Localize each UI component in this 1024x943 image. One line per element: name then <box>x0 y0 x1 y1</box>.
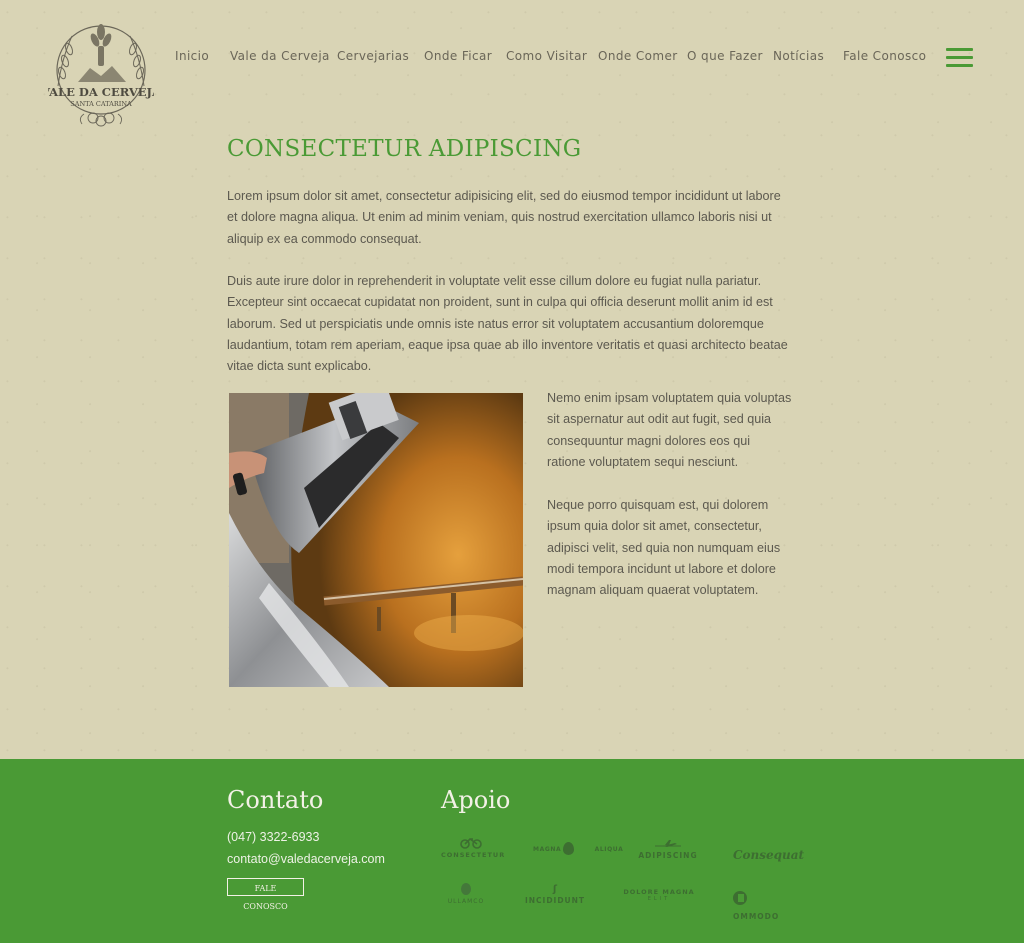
sponsor-label: INCIDIDUNT <box>524 896 586 905</box>
logo-subtitle-text: SANTA CATARINA <box>70 100 132 108</box>
sponsor-label: Consequat <box>733 848 805 862</box>
logo-title-text: VALE DA CERVEJA <box>48 85 154 99</box>
body-paragraph-2: Duis aute irure dolor in reprehenderit i… <box>227 274 788 374</box>
nav-link-onde-ficar[interactable]: Onde Ficar <box>424 49 492 63</box>
body-paragraph-1: Lorem ipsum dolor sit amet, consectetur … <box>227 189 781 246</box>
sponsor-label: DOLORE MAGNA <box>623 888 695 896</box>
side-paragraph-2: Neque porro quisquam est, qui dolorem ip… <box>547 498 781 598</box>
sponsor-label: CONSECTETUR <box>441 851 506 859</box>
link-icon: ʃ <box>552 884 558 895</box>
circle-c-icon <box>733 890 747 905</box>
nav-link-o-que-fazer[interactable]: O que Fazer <box>687 49 763 63</box>
support-heading: Apoio <box>441 786 511 814</box>
circle-icon <box>461 883 471 895</box>
sponsor-logo-dolore-magna[interactable]: DOLORE MAGNA ELIT <box>620 888 698 902</box>
sponsor-label: ADIPISCING <box>638 851 698 860</box>
bicycle-icon <box>441 837 501 851</box>
side-paragraph-1: Nemo enim ipsam voluptatem quia voluptas… <box>547 391 792 469</box>
nav-link-inicio[interactable]: Inicio <box>175 49 209 63</box>
sponsor-logo-adipiscing[interactable]: ADIPISCING <box>638 839 698 860</box>
page-title: CONSECTETUR ADIPISCING <box>227 136 582 162</box>
contact-heading: Contato <box>227 786 324 814</box>
brewing-kettle-photo <box>229 393 523 687</box>
plane-icon <box>638 839 698 851</box>
nav-link-vale-da-cerveja[interactable]: Vale da Cerveja <box>230 49 330 63</box>
sponsor-label: ULLAMCO <box>447 898 485 905</box>
hamburger-icon[interactable] <box>946 48 974 68</box>
contact-email[interactable]: contato@valedacerveja.com <box>227 852 385 866</box>
nav-link-cervejarias[interactable]: Cervejarias <box>337 49 409 63</box>
sponsor-logo-incididunt[interactable]: ʃ INCIDIDUNT <box>524 884 586 905</box>
sponsor-label: OMMODO <box>733 912 780 921</box>
vale-da-cerveja-logo[interactable]: VALE DA CERVEJA SANTA CATARINA <box>48 18 154 130</box>
drop-icon <box>563 842 574 855</box>
sponsor-sublabel: ELIT <box>647 896 671 902</box>
contact-phone[interactable]: (047) 3322-6933 <box>227 830 319 844</box>
sponsor-logo-magna-aliqua[interactable]: MAGNA ALIQUA <box>533 842 623 855</box>
nav-link-noticias[interactable]: Notícias <box>773 49 824 63</box>
sponsor-logo-consequat[interactable]: Consequat <box>733 844 804 863</box>
site-footer: Contato (047) 3322-6933 contato@valedace… <box>0 759 1024 943</box>
sponsor-logo-consectetur[interactable]: CONSECTETUR <box>441 837 506 859</box>
nav-link-como-visitar[interactable]: Como Visitar <box>506 49 587 63</box>
nav-link-onde-comer[interactable]: Onde Comer <box>598 49 678 63</box>
sponsor-logo-ommodo[interactable]: OMMODO <box>733 887 797 925</box>
nav-link-fale-conosco[interactable]: Fale Conosco <box>843 49 926 63</box>
sponsor-logo-ullamco[interactable]: ULLAMCO <box>441 883 491 905</box>
fale-conosco-button[interactable]: FALE CONOSCO <box>227 878 304 911</box>
